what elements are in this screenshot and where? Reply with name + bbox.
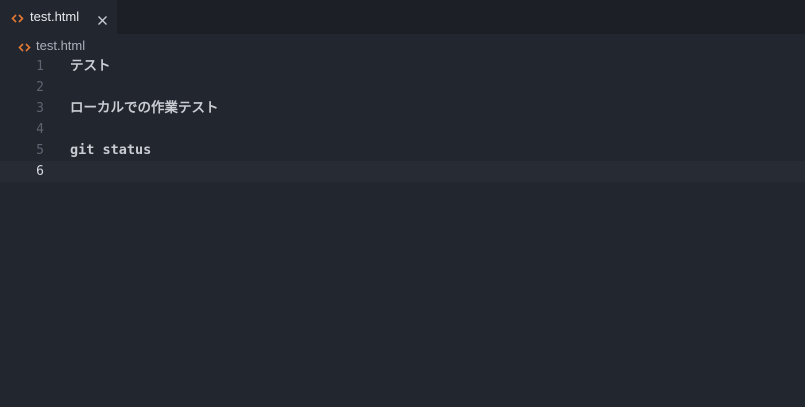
tab-test-html[interactable]: test.html bbox=[0, 0, 117, 34]
line-number: 6 bbox=[36, 164, 44, 179]
editor-line[interactable]: 4 bbox=[0, 119, 805, 140]
tab-label: test.html bbox=[30, 9, 80, 24]
editor-line[interactable]: 2 bbox=[0, 77, 805, 98]
line-number: 1 bbox=[36, 59, 44, 74]
code-editor[interactable]: 1 テスト 2 3 ローカルでの作業テスト 4 5 git status 6 bbox=[0, 56, 805, 407]
breadcrumb: test.html bbox=[0, 34, 805, 56]
line-number: 2 bbox=[36, 80, 44, 95]
line-text[interactable]: ローカルでの作業テスト bbox=[70, 100, 219, 117]
editor-line[interactable]: 5 git status bbox=[0, 140, 805, 161]
line-text[interactable]: テスト bbox=[70, 58, 111, 75]
tab-bar: test.html bbox=[0, 0, 805, 34]
close-icon[interactable] bbox=[97, 11, 108, 25]
editor-line-current[interactable]: 6 bbox=[0, 161, 805, 182]
line-text[interactable]: git status bbox=[70, 142, 151, 159]
html-file-icon bbox=[11, 10, 24, 23]
editor-line[interactable]: 1 テスト bbox=[0, 56, 805, 77]
line-number: 5 bbox=[36, 143, 44, 158]
breadcrumb-item-file[interactable]: test.html bbox=[36, 37, 85, 54]
line-number: 4 bbox=[36, 122, 44, 137]
line-number: 3 bbox=[36, 101, 44, 116]
html-file-icon bbox=[18, 39, 31, 52]
editor-window: test.html test.html 1 テスト 2 3 ローカルでの作業テス… bbox=[0, 0, 805, 407]
editor-line[interactable]: 3 ローカルでの作業テスト bbox=[0, 98, 805, 119]
